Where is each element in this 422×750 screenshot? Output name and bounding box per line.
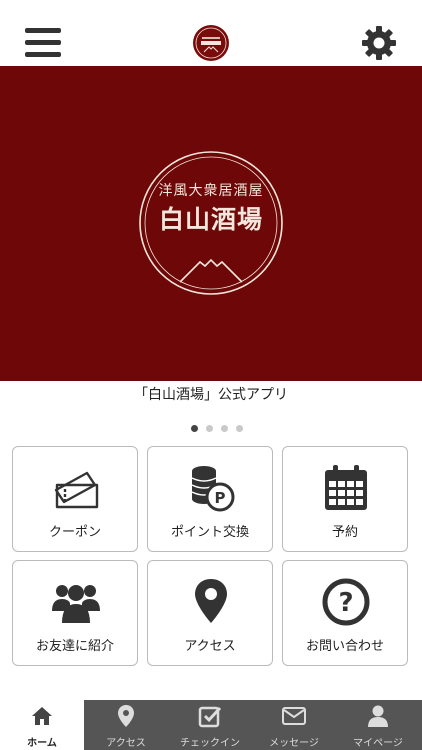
carousel-pagination[interactable] bbox=[191, 417, 243, 432]
home-icon bbox=[30, 704, 54, 728]
pagination-dot[interactable] bbox=[221, 425, 228, 432]
user-icon bbox=[366, 704, 390, 728]
tile-label: ポイント交換 bbox=[170, 525, 249, 540]
tile-point-exchange[interactable]: P ポイント交換 bbox=[147, 446, 273, 552]
map-pin-icon bbox=[186, 577, 236, 627]
tile-label: お問い合わせ bbox=[305, 639, 384, 654]
tile-label: クーポン bbox=[48, 525, 101, 540]
hero-title: 白山酒場 bbox=[158, 205, 263, 234]
restaurant-logo bbox=[193, 25, 229, 61]
pagination-dot[interactable] bbox=[191, 425, 198, 432]
mail-icon bbox=[282, 704, 306, 728]
tab-access[interactable]: アクセス bbox=[84, 700, 168, 750]
tile-refer-friend[interactable]: お友達に紹介 bbox=[12, 560, 138, 666]
tab-label: マイページ bbox=[353, 738, 403, 749]
tab-message[interactable]: メッセージ bbox=[252, 700, 336, 750]
tab-label: メッセージ bbox=[269, 738, 319, 749]
users-icon bbox=[51, 577, 101, 627]
tile-access[interactable]: アクセス bbox=[147, 560, 273, 666]
tab-home[interactable]: ホーム bbox=[0, 700, 84, 750]
tile-label: お友達に紹介 bbox=[35, 639, 114, 654]
tab-mypage[interactable]: マイページ bbox=[336, 700, 422, 750]
app-header bbox=[0, 0, 422, 66]
tile-reservation[interactable]: 予約 bbox=[282, 446, 408, 552]
hamburger-menu-icon[interactable] bbox=[25, 28, 61, 58]
tab-label: チェックイン bbox=[180, 738, 240, 749]
svg-text:?: ? bbox=[338, 588, 353, 618]
tile-coupon[interactable]: クーポン bbox=[12, 446, 138, 552]
ticket-icon bbox=[51, 463, 101, 513]
tile-inquiry[interactable]: ? お問い合わせ bbox=[282, 560, 408, 666]
map-pin-icon bbox=[114, 704, 138, 728]
calendar-icon bbox=[321, 463, 371, 513]
hero-emblem: 洋風大衆居酒屋 白山酒場 bbox=[138, 150, 284, 296]
question-icon: ? bbox=[321, 577, 371, 627]
hero-subtitle: 洋風大衆居酒屋 bbox=[158, 183, 264, 199]
bottom-tab-bar: ホーム アクセス チェックイン メッセージ マイページ bbox=[0, 700, 422, 750]
pagination-dot[interactable] bbox=[206, 425, 213, 432]
coins-points-icon: P bbox=[186, 463, 236, 513]
pagination-dot[interactable] bbox=[236, 425, 243, 432]
svg-text:P: P bbox=[215, 489, 226, 507]
tile-label: アクセス bbox=[184, 639, 236, 654]
hero-banner[interactable]: 洋風大衆居酒屋 白山酒場 bbox=[0, 66, 422, 381]
checkbox-icon bbox=[198, 704, 222, 728]
tile-label: 予約 bbox=[331, 525, 358, 540]
tab-label: ホーム bbox=[27, 738, 57, 749]
gear-icon[interactable] bbox=[361, 25, 397, 61]
tab-label: アクセス bbox=[106, 738, 146, 749]
tab-checkin[interactable]: チェックイン bbox=[168, 700, 252, 750]
carousel-caption: 「白山酒場」公式アプリ bbox=[134, 387, 288, 403]
